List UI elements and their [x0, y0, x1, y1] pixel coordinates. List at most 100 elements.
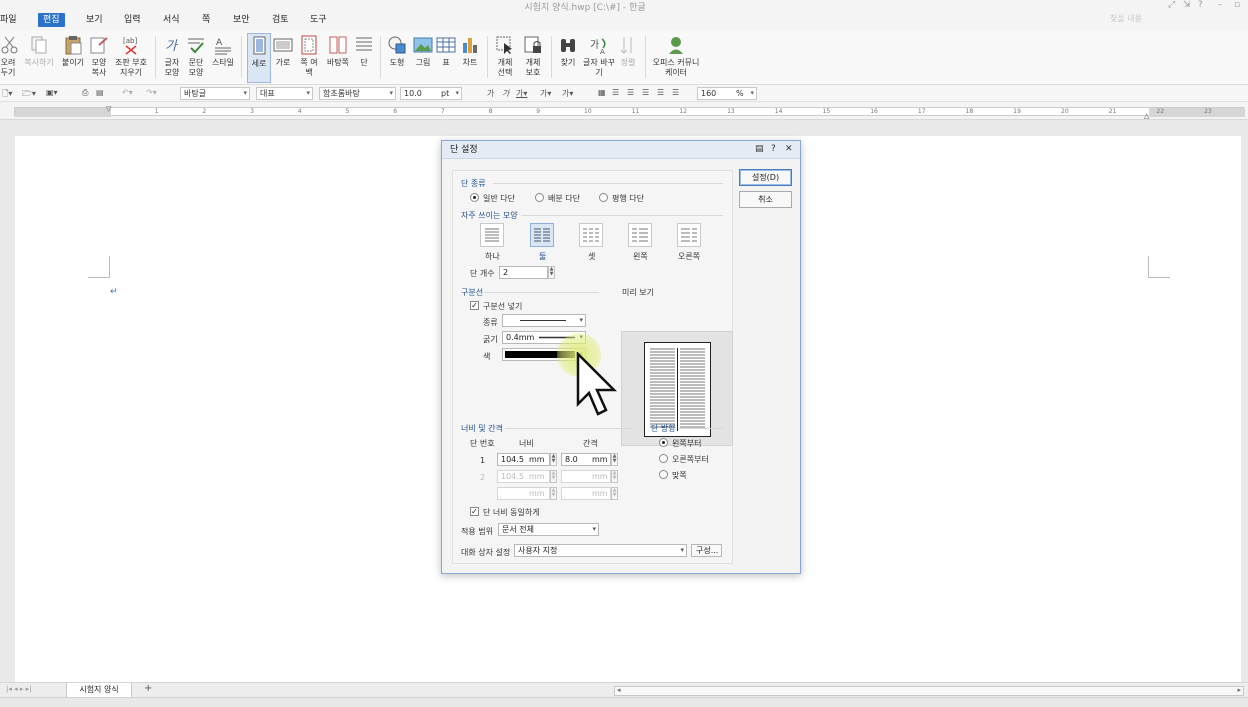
equal-width-checkbox[interactable]: ✓ [470, 507, 479, 516]
direction-facing-radio[interactable] [659, 470, 668, 479]
replace-button[interactable]: 가A 글자 바꾸기 [583, 33, 615, 83]
menu-file[interactable]: 파일 [0, 13, 17, 27]
dialog-close-icon[interactable]: ✕ [785, 144, 793, 154]
dialog-help-icon[interactable]: ? [771, 144, 776, 154]
dialog-setting-select[interactable]: 사용자 지정 [514, 544, 687, 557]
char-shape-button[interactable]: 가 글자 모양 [160, 33, 184, 83]
line-kind-select[interactable] [502, 314, 586, 327]
office-communicator-button[interactable]: 오피스 커뮤니케이터 [651, 33, 701, 83]
language-select[interactable]: 대표 [256, 87, 313, 100]
right-indent-marker[interactable]: △ [1144, 112, 1149, 120]
align-justify-icon[interactable]: ▦ [598, 88, 606, 97]
undo-icon[interactable]: ↶▾ [122, 88, 133, 97]
menu-edit[interactable]: 편집 [38, 13, 65, 27]
shape-one[interactable] [480, 223, 504, 247]
help-icon[interactable]: ? [1198, 0, 1203, 10]
format-copy-button[interactable]: 모양 복사 [88, 33, 110, 83]
horizontal-ruler[interactable]: 1 2 3 4 5 6 7 8 9 10 11 12 13 14 15 16 17 18 19 20 21 22 23 ▽ … [0, 102, 1248, 120]
ok-button[interactable]: 설정(D) [739, 169, 792, 186]
row1-gap-spinner[interactable]: ▲ ▼ [611, 453, 618, 466]
column-count-input[interactable]: 2 [499, 266, 548, 279]
preview-icon[interactable]: ▤ [96, 88, 104, 97]
cut-button[interactable]: 오려 두기 [0, 33, 18, 83]
page-margin-button[interactable]: 쪽 여백 [297, 33, 321, 83]
dialog-options-icon[interactable]: ▤ [755, 144, 764, 154]
help-search-input[interactable]: 찾을 내용 [1110, 13, 1210, 26]
direction-right-radio[interactable] [659, 454, 668, 463]
compose-button[interactable]: 구성... [691, 544, 722, 557]
shape-left[interactable] [628, 223, 652, 247]
italic-icon[interactable]: 가 [502, 88, 509, 99]
row1-width-input[interactable]: 104.5 mm [497, 453, 550, 466]
horizontal-scrollbar[interactable]: ◂ ▸ [614, 686, 1244, 696]
type-parallel-radio[interactable] [599, 193, 608, 202]
fullscreen-icon[interactable]: ⤢ [1168, 0, 1175, 10]
landscape-button[interactable]: 가로 [272, 33, 294, 83]
apply-range-select[interactable]: 문서 전체 [498, 523, 599, 536]
print-icon[interactable]: ⎙ [82, 88, 88, 98]
menu-view[interactable]: 보기 [86, 13, 103, 27]
clear-markup-button[interactable]: [ab] 조판 부호 지우기 [113, 33, 149, 83]
direction-left-radio[interactable] [659, 438, 668, 447]
menu-review[interactable]: 검토 [272, 13, 289, 27]
align-distribute-icon[interactable]: ☰ [657, 88, 664, 97]
paste-button[interactable]: 붙이기 [60, 33, 86, 83]
menu-tools[interactable]: 도구 [310, 13, 327, 27]
minimize-icon[interactable]: – [1218, 0, 1223, 10]
align-right-icon[interactable]: ☰ [642, 88, 649, 97]
type-normal-radio[interactable] [470, 193, 479, 202]
direction-facing-label: 맞쪽 [672, 471, 687, 480]
strike-icon[interactable]: 가▾ [540, 88, 551, 99]
style-select[interactable]: 바탕글 [180, 87, 250, 100]
zoom-select[interactable]: 160 % [697, 87, 757, 100]
tab-nav-icons[interactable]: |◂ ◂ ▸ ▸| [6, 685, 31, 693]
align-split-icon[interactable]: ☰ [672, 88, 679, 97]
find-button[interactable]: 찾기 [557, 33, 579, 83]
add-tab-button[interactable]: + [144, 683, 152, 694]
object-protect-button[interactable]: 개체 보호 [521, 33, 545, 83]
open-folder-icon[interactable]: 🗁▾ [22, 88, 36, 102]
new-doc-icon[interactable]: 🗋▾ [2, 88, 12, 102]
row1-gap-input[interactable]: 8.0 mm [561, 453, 611, 466]
font-size-select[interactable]: 10.0 pt [400, 87, 462, 100]
sort-button[interactable]: 정렬 [617, 33, 639, 83]
style-button[interactable]: A 스타일 [210, 33, 236, 83]
copy-button[interactable]: 복사하기 [24, 33, 54, 83]
column-button[interactable]: 단 [354, 33, 374, 83]
row1-width-spinner[interactable]: ▲ ▼ [550, 453, 557, 466]
shape-button[interactable]: 도형 [386, 33, 408, 83]
chart-button[interactable]: 차트 [459, 33, 481, 83]
master-page-button[interactable]: 바탕쪽 [323, 33, 353, 83]
underline-icon[interactable]: 가▾ [516, 88, 527, 99]
align-left-icon[interactable]: ☰ [612, 88, 619, 97]
menu-page[interactable]: 쪽 [202, 13, 210, 27]
divider-checkbox[interactable]: ✓ [470, 301, 479, 310]
shape-right[interactable] [677, 223, 701, 247]
portrait-button[interactable]: 세로 [247, 33, 271, 83]
align-center-icon[interactable]: ☰ [627, 88, 634, 97]
object-select-button[interactable]: 개체 선택 [493, 33, 517, 83]
font-select[interactable]: 함초롬바탕 [319, 87, 396, 100]
redo-icon[interactable]: ↷▾ [146, 88, 157, 97]
scroll-left-icon[interactable]: ◂ [617, 686, 621, 694]
type-distribute-radio[interactable] [535, 193, 544, 202]
scroll-right-icon[interactable]: ▸ [1237, 686, 1241, 694]
sheet-tab[interactable]: 시험지 양식 [66, 683, 132, 698]
restore-icon[interactable]: ⇲ [1183, 0, 1191, 10]
column-count-spinner[interactable]: ▲ ▼ [548, 266, 555, 279]
clipboard-icon [63, 35, 83, 55]
menu-format[interactable]: 서식 [163, 13, 180, 27]
para-shape-button[interactable]: 문단 모양 [185, 33, 207, 83]
menu-security[interactable]: 보안 [233, 13, 250, 27]
table-button[interactable]: 표 [436, 33, 456, 83]
menu-insert[interactable]: 입력 [124, 13, 141, 27]
font-color-icon[interactable]: 가▾ [562, 88, 573, 99]
shape-three[interactable] [579, 223, 603, 247]
save-icon[interactable]: ▣▾ [46, 88, 58, 97]
shape-two[interactable] [530, 223, 554, 247]
cancel-button[interactable]: 취소 [739, 191, 792, 208]
indent-marker[interactable]: ▽ [106, 105, 111, 113]
bold-icon[interactable]: 가 [487, 88, 494, 99]
picture-button[interactable]: 그림 [412, 33, 434, 83]
window-icon[interactable]: ▫ [1234, 0, 1240, 10]
